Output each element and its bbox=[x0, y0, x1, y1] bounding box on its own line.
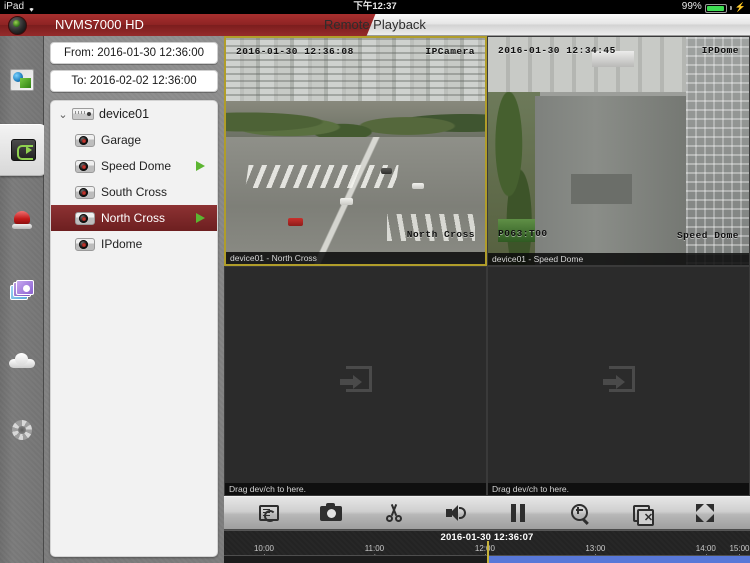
record-file-icon bbox=[259, 505, 280, 522]
tree-item-speed-dome[interactable]: Speed Dome bbox=[51, 153, 217, 179]
capture-button[interactable] bbox=[314, 500, 348, 526]
osd-timestamp: 2016-01-30 12:34:45 bbox=[498, 45, 616, 56]
to-date-field[interactable]: To: 2016-02-02 12:36:00 bbox=[50, 70, 218, 92]
status-bar-right: 99% ⚡ bbox=[682, 0, 746, 14]
timeline-recording-segment[interactable] bbox=[487, 556, 750, 563]
video-cell-empty-3[interactable]: Drag dev/ch to here. bbox=[224, 266, 487, 496]
video-cell-label: Drag dev/ch to here. bbox=[488, 483, 749, 495]
osd-overlay-label: North Cross bbox=[406, 229, 475, 240]
tree-item-label: South Cross bbox=[101, 185, 168, 199]
close-all-icon: ✕ bbox=[633, 504, 655, 526]
tree-item-north-cross[interactable]: North Cross bbox=[51, 205, 217, 231]
timeline-tick: 15:00 bbox=[729, 544, 750, 558]
tree-root-label: device01 bbox=[99, 107, 150, 121]
camera-icon bbox=[75, 211, 95, 225]
timeline-tick: 10:00 bbox=[253, 544, 274, 558]
battery-percent-label: 99% bbox=[681, 1, 702, 12]
timeline-tick: 13:00 bbox=[585, 544, 606, 558]
page-title: Remote Playback bbox=[324, 17, 426, 32]
nvr-icon bbox=[72, 108, 94, 120]
camera-icon bbox=[75, 133, 95, 147]
app-title-bar: NVMS7000 HD Remote Playback bbox=[0, 14, 750, 36]
drop-target-icon bbox=[339, 366, 372, 396]
battery-cap-icon bbox=[729, 6, 732, 10]
osd-camera-name: IPCamera bbox=[425, 46, 475, 57]
playback-icon bbox=[10, 139, 36, 161]
audio-button[interactable] bbox=[439, 500, 473, 526]
tree-item-ipdome[interactable]: IPdome bbox=[51, 231, 217, 257]
tree-item-label: Garage bbox=[101, 133, 142, 147]
chevron-down-icon[interactable]: ⌄ bbox=[57, 108, 69, 121]
live-view-icon bbox=[10, 69, 34, 91]
status-bar-clock: 下午12:37 bbox=[353, 1, 397, 12]
camera-icon bbox=[75, 185, 95, 199]
device-tree: ⌄ device01 Garage Speed Dome South Cross… bbox=[50, 100, 218, 557]
rail-item-playback[interactable] bbox=[0, 124, 46, 176]
camera-icon bbox=[75, 237, 95, 251]
picture-video-icon bbox=[10, 280, 34, 300]
osd-timestamp: 2016-01-30 12:36:08 bbox=[236, 46, 354, 57]
navigation-rail bbox=[0, 36, 46, 563]
fullscreen-button[interactable] bbox=[688, 500, 722, 526]
timeline-tick: 12:00 bbox=[474, 544, 495, 558]
camera-icon bbox=[75, 159, 95, 173]
zoom-in-icon bbox=[571, 504, 589, 522]
play-status-icon bbox=[196, 161, 205, 171]
app-logo-icon bbox=[8, 16, 27, 35]
alarm-icon bbox=[12, 211, 32, 229]
tree-item-south-cross[interactable]: South Cross bbox=[51, 179, 217, 205]
tree-item-label: Speed Dome bbox=[101, 159, 172, 173]
osd-camera-name: IPDome bbox=[701, 45, 739, 56]
scissors-icon bbox=[385, 504, 403, 522]
rail-item-live-view[interactable] bbox=[0, 54, 44, 106]
drop-target-icon bbox=[602, 366, 635, 396]
left-panel: From: 2016-01-30 12:36:00 To: 2016-02-02… bbox=[44, 36, 224, 563]
from-date-value: From: 2016-01-30 12:36:00 bbox=[63, 47, 204, 59]
timeline[interactable]: 2016-01-30 12:36:07 10:00 11:00 12:00 13… bbox=[224, 530, 750, 563]
digital-zoom-button[interactable] bbox=[563, 500, 597, 526]
osd-overlay-label: Speed Dome bbox=[676, 230, 739, 241]
record-button[interactable] bbox=[252, 500, 286, 526]
close-all-button[interactable]: ✕ bbox=[626, 500, 660, 526]
play-status-icon bbox=[196, 213, 205, 223]
rail-item-picture-video[interactable] bbox=[0, 264, 44, 316]
to-date-value: To: 2016-02-02 12:36:00 bbox=[71, 75, 197, 87]
battery-icon bbox=[704, 3, 727, 13]
tree-root-device01[interactable]: ⌄ device01 bbox=[51, 101, 217, 127]
cloud-icon bbox=[9, 352, 35, 368]
camera-icon bbox=[320, 502, 343, 521]
rail-item-alarm[interactable] bbox=[0, 194, 44, 246]
video-cell-label: device01 - Speed Dome bbox=[488, 253, 749, 265]
speaker-icon bbox=[445, 505, 466, 521]
from-date-field[interactable]: From: 2016-01-30 12:36:00 bbox=[50, 42, 218, 64]
video-cell-label: device01 - North Cross bbox=[226, 252, 485, 264]
video-cell-empty-4[interactable]: Drag dev/ch to here. bbox=[487, 266, 750, 496]
rail-item-cloud[interactable] bbox=[0, 334, 44, 386]
pause-icon bbox=[510, 504, 526, 522]
fullscreen-icon bbox=[695, 504, 714, 522]
pause-button[interactable] bbox=[501, 500, 535, 526]
tree-item-label: North Cross bbox=[101, 211, 166, 225]
playback-toolbar: ✕ bbox=[224, 496, 750, 530]
timeline-playhead[interactable] bbox=[487, 541, 489, 563]
video-grid: 2016-01-30 12:36:08 IPCamera North Cross… bbox=[224, 36, 750, 496]
osd-ptz-position: P063:T00 bbox=[498, 228, 548, 239]
charging-plug-icon: ⚡ bbox=[734, 2, 746, 12]
gear-icon bbox=[11, 419, 33, 441]
timeline-tick: 14:00 bbox=[695, 544, 716, 558]
timeline-tick: 11:00 bbox=[364, 544, 385, 558]
video-cell-north-cross[interactable]: 2016-01-30 12:36:08 IPCamera North Cross… bbox=[224, 36, 487, 266]
ios-status-bar: iPad 下午12:37 99% ⚡ bbox=[0, 0, 750, 14]
video-area: 2016-01-30 12:36:08 IPCamera North Cross… bbox=[224, 36, 750, 563]
clip-button[interactable] bbox=[377, 500, 411, 526]
rail-item-configuration[interactable] bbox=[0, 404, 44, 456]
tree-item-label: IPdome bbox=[101, 237, 143, 251]
video-cell-label: Drag dev/ch to here. bbox=[225, 483, 486, 495]
video-cell-speed-dome[interactable]: 2016-01-30 12:34:45 IPDome P063:T00 Spee… bbox=[487, 36, 750, 266]
app-root: iPad 下午12:37 99% ⚡ NVMS7000 HD Remote Pl… bbox=[0, 0, 750, 563]
tree-item-garage[interactable]: Garage bbox=[51, 127, 217, 153]
